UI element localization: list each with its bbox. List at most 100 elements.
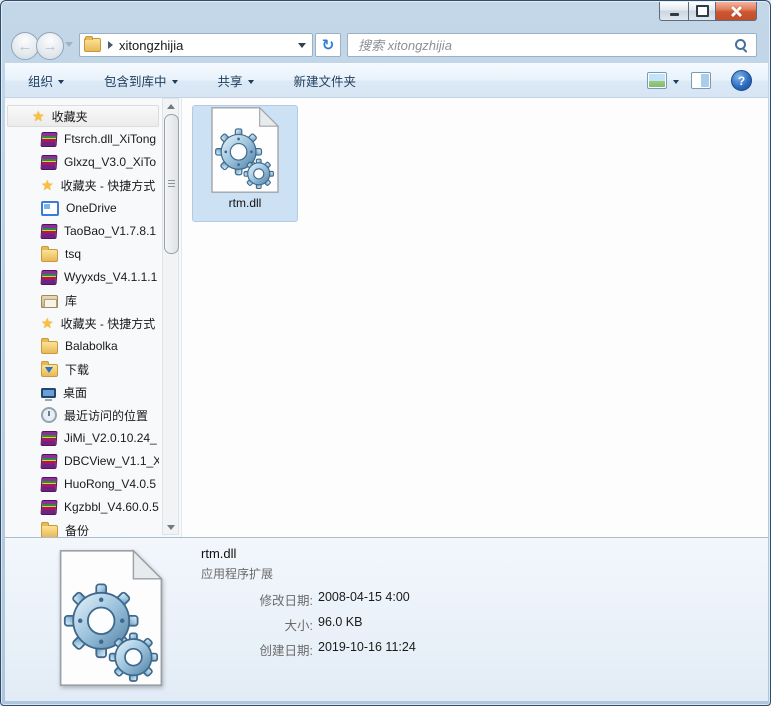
sidebar-item-favorites-shortcut[interactable]: ★收藏夹 - 快捷方式 <box>7 174 159 196</box>
sidebar-item-wyyxds[interactable]: Wyyxds_V4.1.1.1 <box>7 266 159 288</box>
organize-label: 组织 <box>28 71 53 90</box>
breadcrumb-folder[interactable]: xitongzhijia <box>119 38 298 53</box>
details-pane: rtm.dll 应用程序扩展 修改日期: 2008-04-15 4:00 大小:… <box>5 537 768 701</box>
scrollbar-thumb[interactable] <box>164 114 179 254</box>
recent-places-icon <box>41 407 57 423</box>
rar-archive-icon <box>40 454 57 469</box>
sidebar-item-favorites-shortcut-2[interactable]: ★收藏夹 - 快捷方式 <box>7 312 159 334</box>
created-date-value: 2019-10-16 11:24 <box>318 640 416 659</box>
chevron-down-icon <box>248 80 254 84</box>
sidebar-item-libraries[interactable]: 库 <box>7 289 159 311</box>
address-bar[interactable]: xitongzhijia <box>79 33 313 57</box>
gear-small-icon <box>110 633 158 681</box>
rar-archive-icon <box>40 270 57 285</box>
triangle-up-icon <box>167 104 175 109</box>
sidebar-item-taobao[interactable]: TaoBao_V1.7.8.1 <box>7 220 159 242</box>
details-file-name: rtm.dll <box>201 546 236 561</box>
close-button[interactable] <box>715 2 757 21</box>
change-view-button[interactable] <box>641 68 685 93</box>
star-icon: ★ <box>41 178 54 192</box>
dll-file-icon-large <box>55 548 167 693</box>
forward-button[interactable]: → <box>36 32 64 60</box>
folder-icon <box>41 525 58 537</box>
created-date-label: 创建日期: <box>201 640 313 659</box>
modified-date-label: 修改日期: <box>201 590 313 609</box>
back-button[interactable]: ← <box>11 32 39 60</box>
new-folder-button[interactable]: 新建文件夹 <box>285 67 366 94</box>
new-folder-label: 新建文件夹 <box>294 71 357 90</box>
sidebar-item-balabolka[interactable]: Balabolka <box>7 335 159 357</box>
navigation-pane: ★收藏夹 Ftsrch.dll_XiTong Glxzq_V3.0_XiTo ★… <box>5 98 182 537</box>
minimize-button[interactable] <box>659 2 688 21</box>
organize-button[interactable]: 组织 <box>19 67 73 94</box>
rar-archive-icon <box>40 500 57 515</box>
sidebar-item-huorong[interactable]: HuoRong_V4.0.5 <box>7 473 159 495</box>
search-input[interactable] <box>356 37 734 54</box>
close-icon <box>731 6 742 17</box>
sidebar-item-desktop[interactable]: 桌面 <box>7 381 159 403</box>
rar-archive-icon <box>40 477 57 492</box>
refresh-button[interactable]: ↻ <box>315 33 341 57</box>
sidebar-item-tsq[interactable]: tsq <box>7 243 159 265</box>
rar-archive-icon <box>40 155 57 170</box>
sidebar-item-favorites[interactable]: ★收藏夹 <box>7 105 159 127</box>
star-icon: ★ <box>41 316 54 330</box>
file-name-label: rtm.dll <box>229 196 262 210</box>
chevron-down-icon <box>172 80 178 84</box>
folder-icon <box>84 38 101 52</box>
address-dropdown-icon[interactable] <box>298 43 306 48</box>
sidebar-item-jimi[interactable]: JiMi_V2.0.10.24_ <box>7 427 159 449</box>
scroll-up-button[interactable] <box>163 99 178 113</box>
sidebar-item-kgzbbl[interactable]: Kgzbbl_V4.60.0.5 <box>7 496 159 518</box>
scrollbar-grip-icon <box>168 180 175 188</box>
sidebar-item-onedrive[interactable]: OneDrive <box>7 197 159 219</box>
folder-icon <box>41 341 58 354</box>
rar-archive-icon <box>40 431 57 446</box>
rar-archive-icon <box>40 224 57 239</box>
details-fields: 修改日期: 2008-04-15 4:00 大小: 96.0 KB 创建日期: … <box>201 590 416 659</box>
size-value: 96.0 KB <box>318 615 416 634</box>
dll-file-icon <box>208 106 282 194</box>
chevron-down-icon <box>673 80 679 84</box>
sidebar-item-recent-places[interactable]: 最近访问的位置 <box>7 404 159 426</box>
desktop-icon <box>41 388 56 398</box>
downloads-folder-icon <box>41 364 58 377</box>
help-button[interactable]: ? <box>731 70 752 91</box>
window-controls <box>659 2 757 21</box>
rar-archive-icon <box>40 132 57 147</box>
sidebar-scrollbar[interactable] <box>162 98 179 535</box>
search-icon[interactable] <box>734 38 748 52</box>
details-file-type: 应用程序扩展 <box>201 565 273 582</box>
include-in-library-button[interactable]: 包含到库中 <box>95 67 187 94</box>
sidebar-item-glxzq[interactable]: Glxzq_V3.0_XiTo <box>7 151 159 173</box>
sidebar-item-dbcview[interactable]: DBCView_V1.1_X <box>7 450 159 472</box>
modified-date-value: 2008-04-15 4:00 <box>318 590 416 609</box>
minimize-icon <box>670 13 679 16</box>
file-list-area[interactable]: rtm.dll <box>182 98 768 537</box>
help-icon: ? <box>738 74 745 88</box>
sidebar-item-downloads[interactable]: 下载 <box>7 358 159 380</box>
sidebar-item-backup[interactable]: 备份 <box>7 519 159 537</box>
recent-pages-dropdown[interactable] <box>65 42 73 47</box>
forward-icon: → <box>43 38 58 55</box>
share-label: 共享 <box>218 71 243 90</box>
sidebar-item-ftsrch[interactable]: Ftsrch.dll_XiTong <box>7 128 159 150</box>
back-icon: ← <box>18 38 33 55</box>
scroll-down-button[interactable] <box>163 520 178 534</box>
share-button[interactable]: 共享 <box>209 67 263 94</box>
gear-small-icon <box>244 159 273 188</box>
content-area: ★收藏夹 Ftsrch.dll_XiTong Glxzq_V3.0_XiTo ★… <box>5 98 768 537</box>
preview-pane-button[interactable] <box>685 68 717 93</box>
size-label: 大小: <box>201 615 313 634</box>
breadcrumb-arrow-icon[interactable] <box>108 41 113 49</box>
maximize-icon <box>696 5 709 17</box>
libraries-icon <box>41 295 58 308</box>
file-rtm-dll[interactable]: rtm.dll <box>192 105 298 222</box>
search-box[interactable] <box>347 33 757 57</box>
refresh-icon: ↻ <box>322 38 335 53</box>
star-icon: ★ <box>32 109 45 123</box>
folder-icon <box>41 249 58 262</box>
maximize-button[interactable] <box>688 2 715 21</box>
onedrive-icon <box>41 201 59 216</box>
command-toolbar: 组织 包含到库中 共享 新建文件夹 ? <box>5 63 768 98</box>
